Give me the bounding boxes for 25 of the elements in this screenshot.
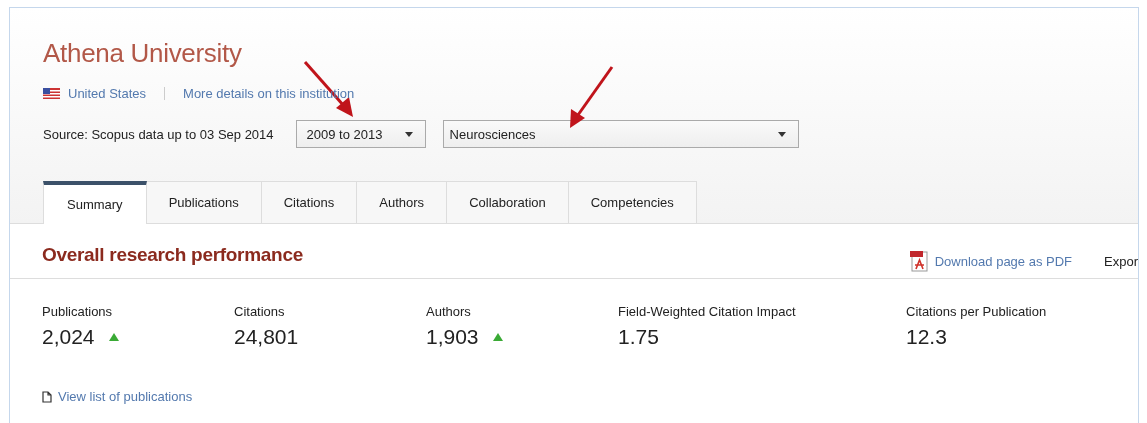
metric-value: 1,903	[426, 325, 479, 349]
download-link[interactable]: Download page as PDF	[909, 251, 1073, 272]
tab[interactable]: Collaboration	[447, 181, 569, 223]
metric-label: Citations per Publication	[906, 304, 1047, 319]
section-title: Overall research performance	[42, 244, 303, 266]
year-dropdown[interactable]: 2009 to 2013	[295, 120, 426, 148]
metric-label: Authors	[426, 304, 472, 319]
tab[interactable]: Summary	[43, 181, 147, 224]
metric-value: 24,801	[234, 325, 299, 349]
metric-label: Citations	[234, 304, 286, 319]
export-link[interactable]: Expor	[1104, 254, 1138, 269]
metric-value: 1.75	[618, 325, 659, 349]
institution-title: Athena University	[43, 38, 242, 69]
metric-label: Field-Weighted Citation Impact	[618, 304, 797, 319]
metric-value: 12.3	[906, 325, 947, 349]
country-link[interactable]: United States	[68, 86, 147, 101]
view-publications-link[interactable]: View list of publications	[42, 389, 1138, 404]
tab[interactable]: Authors	[357, 181, 448, 223]
tab[interactable]: Publications	[146, 181, 262, 223]
tab[interactable]: Competencies	[568, 181, 697, 223]
metric-value: 2,024	[42, 325, 95, 349]
subject-dropdown[interactable]: Neurosciences	[442, 120, 799, 148]
source-text: Source: Scopus data up to 03 Sep 2014	[43, 126, 274, 142]
tab[interactable]: Citations	[261, 181, 358, 223]
metric-label: Publications	[42, 304, 114, 319]
